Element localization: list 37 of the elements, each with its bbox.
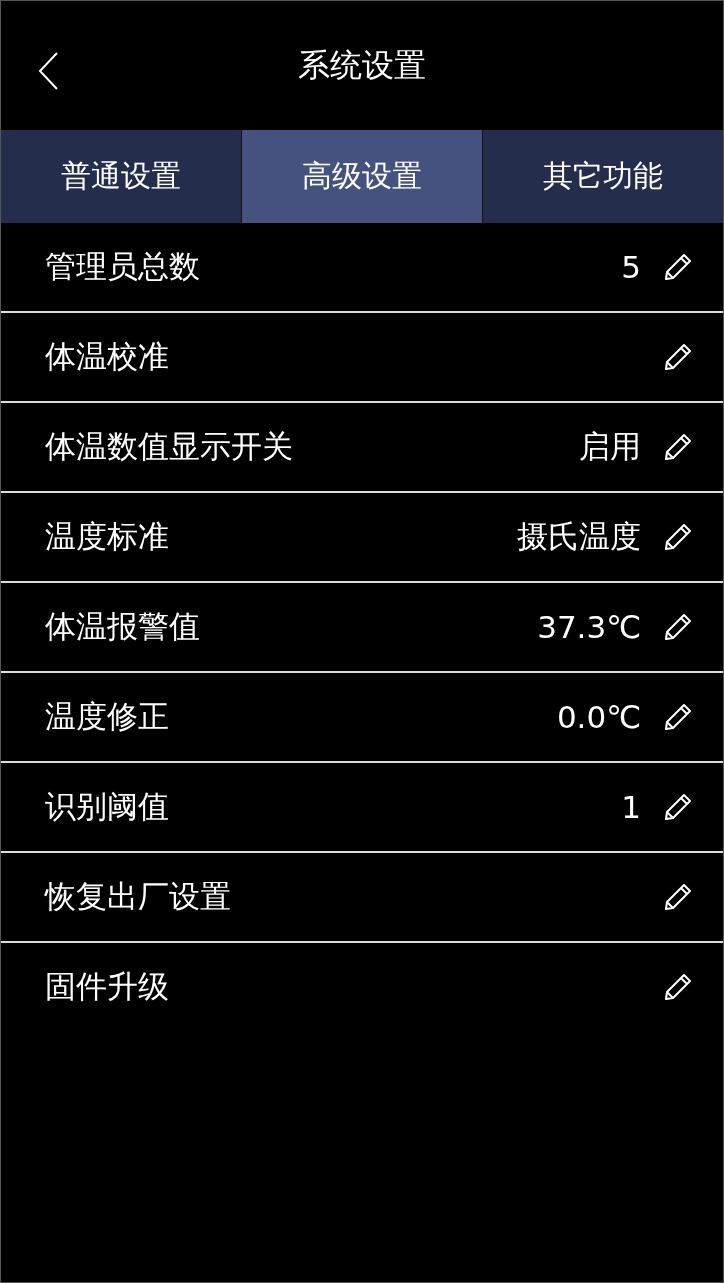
pencil-icon [663, 792, 693, 822]
pencil-icon [663, 612, 693, 642]
edit-button[interactable] [663, 432, 693, 462]
pencil-icon [663, 522, 693, 552]
edit-button[interactable] [663, 342, 693, 372]
back-button[interactable] [37, 51, 59, 91]
tab[interactable]: 高级设置 [242, 130, 483, 223]
pencil-icon [663, 252, 693, 282]
pencil-icon [663, 702, 693, 732]
pencil-icon [663, 432, 693, 462]
setting-label: 温度修正 [45, 697, 170, 736]
setting-label: 管理员总数 [45, 247, 201, 286]
setting-label: 体温报警值 [45, 607, 201, 646]
setting-value: 摄氏温度 [517, 517, 641, 556]
edit-button[interactable] [663, 612, 693, 642]
setting-value: 1 [621, 789, 641, 825]
page-title: 系统设置 [298, 44, 426, 86]
edit-button[interactable] [663, 882, 693, 912]
pencil-icon [663, 342, 693, 372]
edit-button[interactable] [663, 792, 693, 822]
pencil-icon [663, 882, 693, 912]
edit-button[interactable] [663, 522, 693, 552]
setting-value: 0.0℃ [556, 699, 641, 735]
edit-button[interactable] [663, 252, 693, 282]
setting-label: 恢复出厂设置 [45, 877, 232, 916]
edit-button[interactable] [663, 972, 693, 1002]
setting-label: 识别阈值 [45, 787, 170, 826]
setting-label: 固件升级 [45, 967, 170, 1006]
setting-label: 体温数值显示开关 [45, 427, 294, 466]
edit-button[interactable] [663, 702, 693, 732]
setting-label: 体温校准 [45, 337, 170, 376]
setting-value: 启用 [579, 427, 641, 466]
setting-value: 5 [621, 249, 641, 285]
setting-label: 温度标准 [45, 517, 170, 556]
back-icon [37, 51, 59, 91]
setting-value: 37.3℃ [537, 609, 641, 645]
pencil-icon [663, 972, 693, 1002]
